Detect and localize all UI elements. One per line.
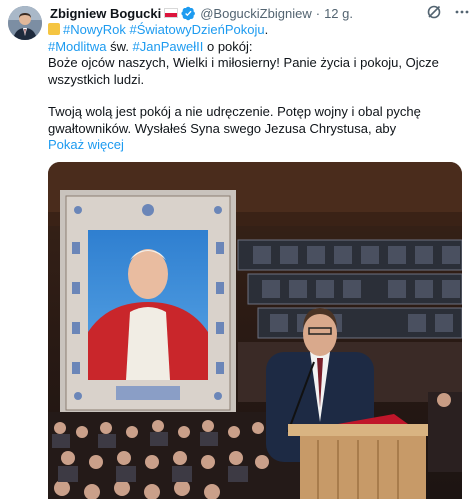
text-line-4: wszystkich ludzi.: [48, 71, 145, 87]
verified-badge-icon[interactable]: [181, 6, 196, 21]
text-line-1: #NowyRok #ŚwiatowyDzieńPokoju.: [48, 22, 468, 39]
author-avatar[interactable]: [8, 6, 42, 40]
text-line-5: Twoją wolą jest pokój a nie udręczenie. …: [48, 104, 421, 119]
text-fragment: .: [264, 22, 269, 37]
text-line-6: gwałtowników. Wysłałeś Syna swego Jezusa…: [48, 120, 397, 136]
grok-icon[interactable]: [426, 4, 442, 20]
show-more-link[interactable]: Pokaż więcej: [48, 137, 468, 154]
hashtag-janpawel[interactable]: #JanPawełII: [133, 39, 204, 54]
poland-flag-icon: [164, 8, 179, 18]
text-line-3: Boże ojców naszych, Wielki i miłosierny!…: [48, 55, 439, 70]
yellow-square-emoji: [48, 23, 60, 35]
author-handle[interactable]: @BoguckiZbigniew: [200, 6, 311, 21]
header-actions: [426, 4, 470, 20]
hashtag-links[interactable]: #NowyRok #ŚwiatowyDzieńPokoju: [63, 22, 265, 37]
author-name[interactable]: Zbigniew Bogucki: [50, 6, 161, 21]
tweet-time[interactable]: 12 g.: [324, 6, 353, 21]
text-fragment: św.: [106, 38, 133, 54]
tweet-text: #NowyRok #ŚwiatowyDzieńPokoju. #Modlitwa…: [48, 22, 468, 154]
tweet-photo[interactable]: [48, 162, 462, 499]
text-fragment: o pokój:: [203, 38, 253, 54]
tweet-header: Zbigniew Bogucki @BoguckiZbigniew · 12 g…: [50, 4, 466, 22]
paragraph-break: [48, 88, 468, 104]
tweet[interactable]: Zbigniew Bogucki @BoguckiZbigniew · 12 g…: [0, 0, 476, 499]
more-options-icon[interactable]: [454, 4, 470, 20]
text-line-2: #Modlitwa św. #JanPawełII o pokój:: [48, 39, 468, 56]
separator-dot: ·: [315, 5, 321, 21]
hashtag-modlitwa[interactable]: #Modlitwa: [48, 39, 107, 54]
